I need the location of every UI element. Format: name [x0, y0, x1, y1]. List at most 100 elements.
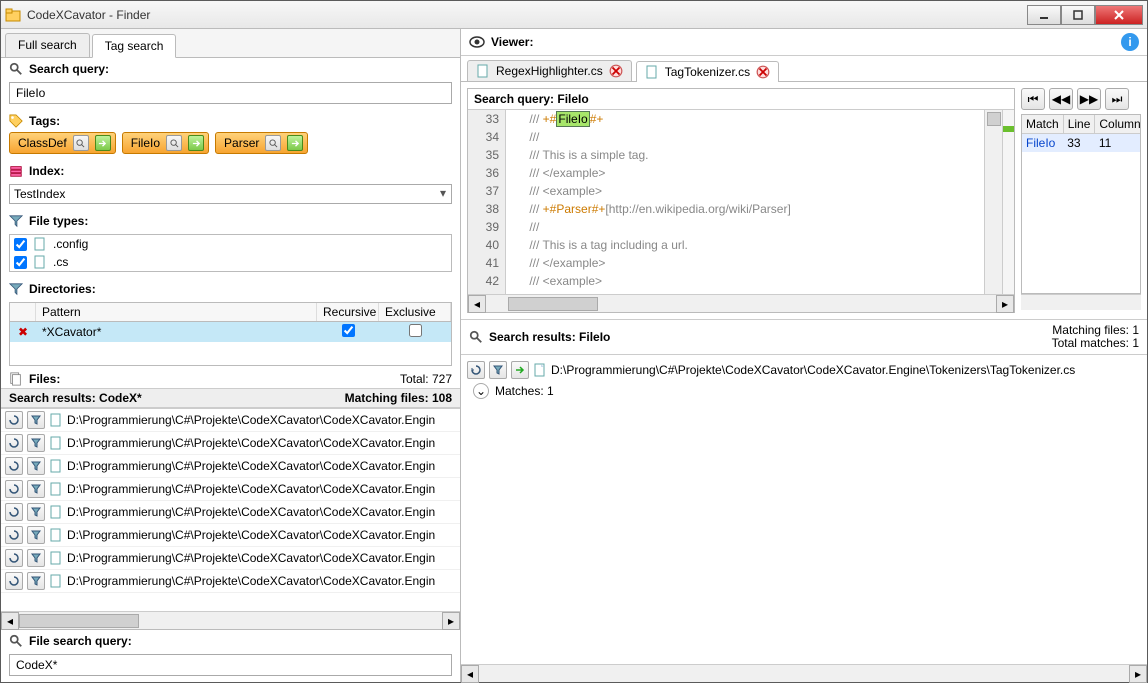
filetype-checkbox[interactable] — [14, 238, 27, 251]
maximize-button[interactable] — [1061, 5, 1095, 25]
tag-search-mini-icon[interactable] — [265, 135, 281, 151]
close-tab-icon[interactable] — [609, 64, 623, 78]
filetype-checkbox[interactable] — [14, 256, 27, 269]
code-line: /// </example> — [506, 164, 984, 182]
sync-button[interactable] — [5, 503, 23, 521]
file-icon — [533, 363, 547, 377]
tag-goto-mini-icon[interactable] — [95, 135, 111, 151]
filter-button[interactable] — [27, 457, 45, 475]
code-line: /// — [506, 128, 984, 146]
file-icon — [49, 551, 63, 565]
tag-button-fileio[interactable]: FileIo — [122, 132, 209, 154]
tag-button-classdef[interactable]: ClassDef — [9, 132, 116, 154]
file-row[interactable]: D:\Programmierung\C#\Projekte\CodeXCavat… — [1, 524, 460, 547]
filetype-row[interactable]: .cs — [10, 253, 451, 271]
tag-search-mini-icon[interactable] — [73, 135, 89, 151]
code-line: /// — [506, 218, 984, 236]
filetype-row[interactable]: .config — [10, 235, 451, 253]
search-query-label: Search query: — [29, 62, 109, 76]
viewer-tab-label: TagTokenizer.cs — [665, 65, 750, 79]
file-icon — [49, 459, 63, 473]
nav-prev-button[interactable]: ◀◀ — [1049, 88, 1073, 110]
file-path: D:\Programmierung\C#\Projekte\CodeXCavat… — [67, 574, 435, 588]
file-row[interactable]: D:\Programmierung\C#\Projekte\CodeXCavat… — [1, 501, 460, 524]
file-search-query-input[interactable] — [9, 654, 452, 676]
nav-last-button[interactable]: ⏭ — [1105, 88, 1129, 110]
search-results-label: Search results: FileIo — [489, 330, 610, 344]
expand-button[interactable]: ⌄ — [473, 383, 489, 399]
tag-goto-mini-icon[interactable] — [287, 135, 303, 151]
results-hscroll[interactable]: ◂▸ — [461, 664, 1147, 682]
titlebar: CodeXCavator - Finder — [1, 1, 1147, 29]
code-vscroll[interactable] — [984, 110, 1002, 294]
tag-goto-mini-icon[interactable] — [188, 135, 204, 151]
viewer-tab[interactable]: RegexHighlighter.cs — [467, 60, 632, 81]
result-file-path[interactable]: D:\Programmierung\C#\Projekte\CodeXCavat… — [551, 363, 1075, 377]
marker-strip[interactable] — [1002, 110, 1014, 294]
file-row[interactable]: D:\Programmierung\C#\Projekte\CodeXCavat… — [1, 547, 460, 570]
code-hscroll[interactable]: ◂▸ — [468, 294, 1014, 312]
filter-button[interactable] — [27, 549, 45, 567]
match-row[interactable]: FileIo3311 — [1022, 134, 1141, 153]
filetype-ext: .cs — [53, 255, 68, 269]
tag-search-mini-icon[interactable] — [166, 135, 182, 151]
file-icon — [49, 436, 63, 450]
index-select[interactable]: TestIndex — [9, 184, 452, 204]
sync-button[interactable] — [5, 457, 23, 475]
sync-button[interactable] — [5, 526, 23, 544]
filter-icon — [9, 282, 23, 296]
remove-icon[interactable]: ✖ — [16, 325, 30, 339]
filter-button[interactable] — [27, 572, 45, 590]
nav-first-button[interactable]: ⏮ — [1021, 88, 1045, 110]
goto-button[interactable] — [511, 361, 529, 379]
code-line: /// +#FileIo#+ — [506, 110, 984, 128]
close-tab-icon[interactable] — [756, 65, 770, 79]
sync-button[interactable] — [5, 411, 23, 429]
total-matches-count: Total matches: 1 — [1052, 337, 1139, 350]
filter-button[interactable] — [27, 411, 45, 429]
col-match[interactable]: Match — [1022, 115, 1063, 134]
info-icon[interactable]: i — [1121, 33, 1139, 51]
tag-button-parser[interactable]: Parser — [215, 132, 308, 154]
file-icon — [49, 505, 63, 519]
sync-button[interactable] — [5, 549, 23, 567]
tab-full-search[interactable]: Full search — [5, 33, 90, 57]
file-row[interactable]: D:\Programmierung\C#\Projekte\CodeXCavat… — [1, 455, 460, 478]
nav-next-button[interactable]: ▶▶ — [1077, 88, 1101, 110]
filter-button[interactable] — [27, 434, 45, 452]
sync-button[interactable] — [5, 434, 23, 452]
search-query-input[interactable] — [9, 82, 452, 104]
match-table-hscroll[interactable] — [1021, 294, 1141, 310]
file-list-hscroll[interactable]: ◂▸ — [1, 611, 460, 629]
dir-pattern: *XCavator* — [36, 325, 317, 339]
col-column[interactable]: Column — [1095, 115, 1141, 134]
file-row[interactable]: D:\Programmierung\C#\Projekte\CodeXCavat… — [1, 432, 460, 455]
sync-button[interactable] — [467, 361, 485, 379]
tag-label: ClassDef — [18, 136, 67, 150]
viewer-tab[interactable]: TagTokenizer.cs — [636, 61, 779, 82]
file-path: D:\Programmierung\C#\Projekte\CodeXCavat… — [67, 528, 435, 542]
file-row[interactable]: D:\Programmierung\C#\Projekte\CodeXCavat… — [1, 570, 460, 593]
sync-button[interactable] — [5, 480, 23, 498]
sync-button[interactable] — [5, 572, 23, 590]
minimize-button[interactable] — [1027, 5, 1061, 25]
file-row[interactable]: D:\Programmierung\C#\Projekte\CodeXCavat… — [1, 409, 460, 432]
tab-tag-search[interactable]: Tag search — [92, 34, 177, 58]
viewer-tab-label: RegexHighlighter.cs — [496, 64, 603, 78]
dir-recursive-checkbox[interactable] — [342, 324, 355, 337]
filter-button[interactable] — [27, 503, 45, 521]
dir-exclusive-checkbox[interactable] — [409, 324, 422, 337]
col-line[interactable]: Line — [1063, 115, 1095, 134]
index-label: Index: — [29, 164, 64, 178]
tag-label: Parser — [224, 136, 259, 150]
file-path: D:\Programmierung\C#\Projekte\CodeXCavat… — [67, 459, 435, 473]
file-row[interactable]: D:\Programmierung\C#\Projekte\CodeXCavat… — [1, 478, 460, 501]
tags-label: Tags: — [29, 114, 60, 128]
close-button[interactable] — [1095, 5, 1143, 25]
filter-button[interactable] — [27, 480, 45, 498]
filter-button[interactable] — [489, 361, 507, 379]
directory-row[interactable]: ✖ *XCavator* — [10, 322, 451, 342]
file-icon — [49, 574, 63, 588]
filetype-ext: .config — [53, 237, 88, 251]
filter-button[interactable] — [27, 526, 45, 544]
